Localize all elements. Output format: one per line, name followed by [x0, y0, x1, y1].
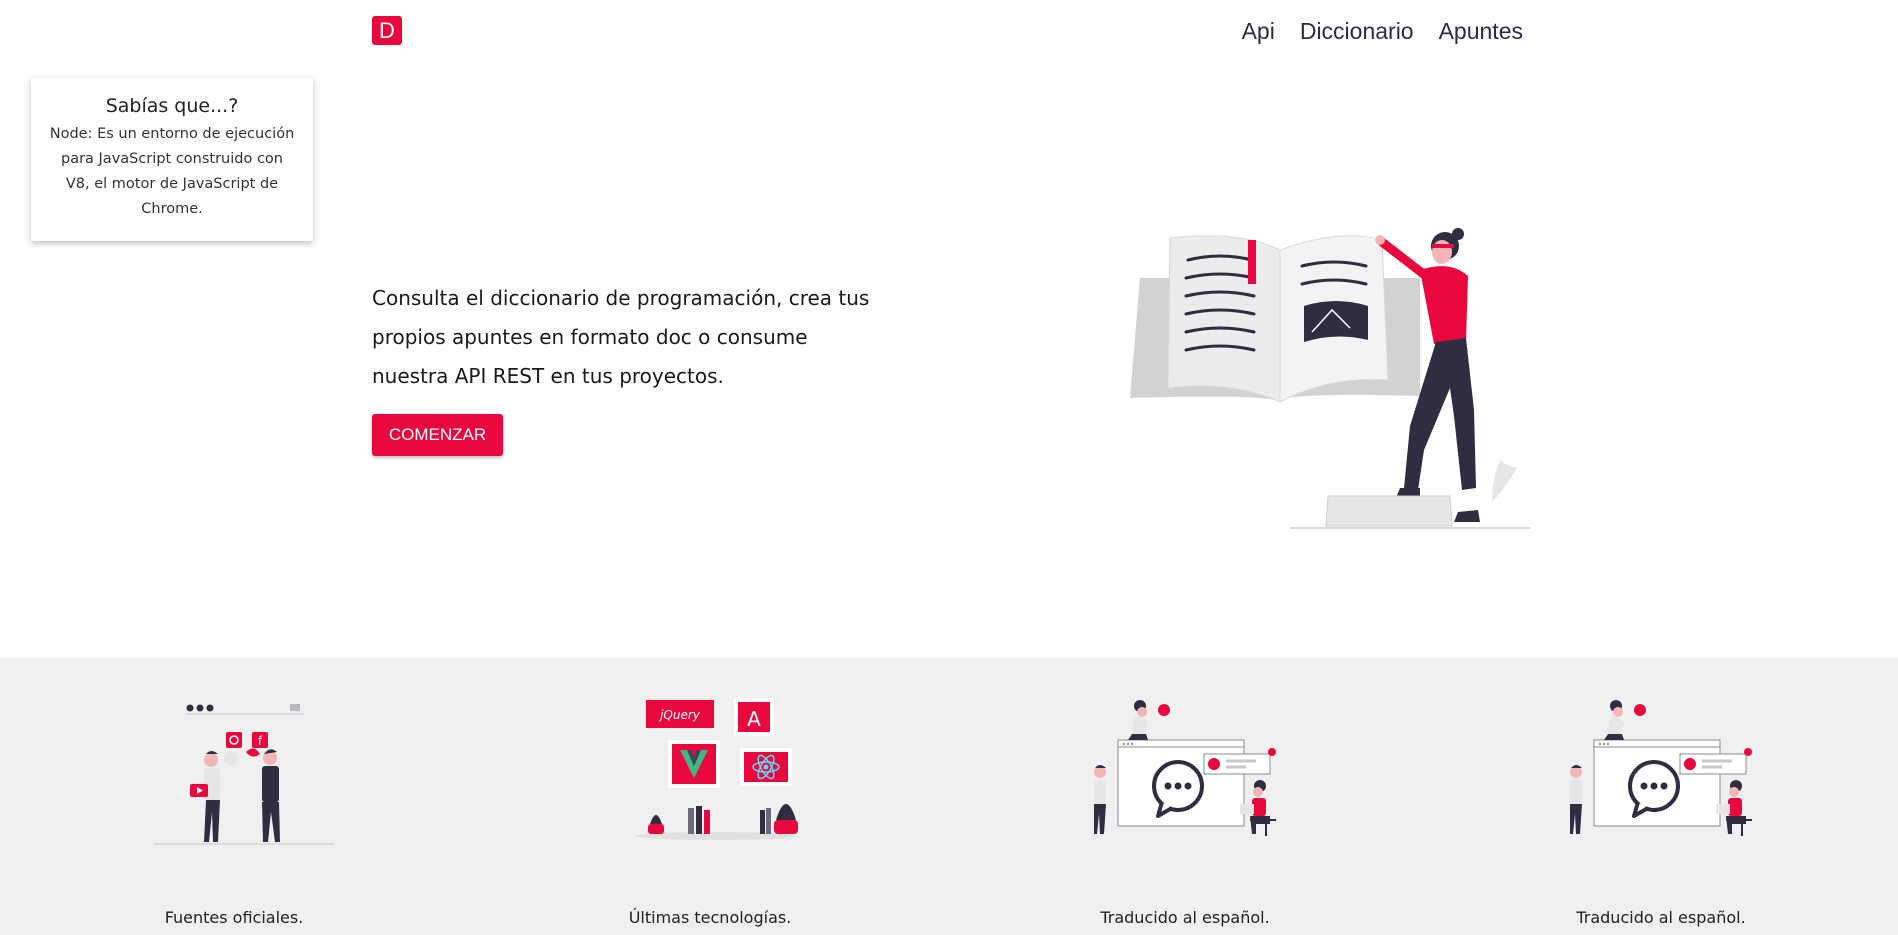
- tip-body: Node: Es un entorno de ejecución para Ja…: [49, 126, 295, 217]
- technologies-illustration: jQuery A: [636, 698, 798, 840]
- chat-translation-illustration: [1570, 700, 1752, 836]
- nav-link-api[interactable]: Api: [1242, 14, 1275, 48]
- feature-label: Traducido al español.: [1100, 908, 1270, 927]
- features-section: f Fuentes oficiales. jQuery A Últimas te…: [0, 658, 1898, 935]
- tip-title: Sabías que...?: [105, 95, 239, 117]
- jquery-logo: jQuery: [658, 708, 701, 722]
- did-you-know-card: Sabías que...? Node: Es un entorno de ej…: [31, 78, 313, 241]
- feature-label: Traducido al español.: [1576, 908, 1746, 927]
- feature-label: Últimas tecnologías.: [628, 908, 792, 927]
- feature-official-sources: f Fuentes oficiales.: [124, 694, 344, 927]
- nav-link-apuntes[interactable]: Apuntes: [1439, 14, 1523, 48]
- feature-spanish-translation-1: Traducido al español.: [1075, 694, 1295, 927]
- nav-link-diccionario[interactable]: Diccionario: [1300, 14, 1414, 48]
- chat-translation-illustration: [1094, 700, 1276, 836]
- feature-spanish-translation-2: Traducido al español.: [1551, 694, 1771, 927]
- hero-description: Consulta el diccionario de programación,…: [372, 286, 870, 388]
- start-button[interactable]: COMENZAR: [372, 414, 503, 456]
- social-sources-illustration: f: [154, 704, 334, 845]
- feature-label: Fuentes oficiales.: [164, 908, 304, 927]
- main-nav: Api Diccionario Apuntes: [1242, 14, 1523, 48]
- site-logo[interactable]: D: [372, 16, 402, 45]
- reading-woman-illustration: [1120, 220, 1530, 530]
- feature-latest-technologies: jQuery A Últimas tecnologías.: [600, 694, 820, 927]
- angular-logo: A: [747, 707, 761, 731]
